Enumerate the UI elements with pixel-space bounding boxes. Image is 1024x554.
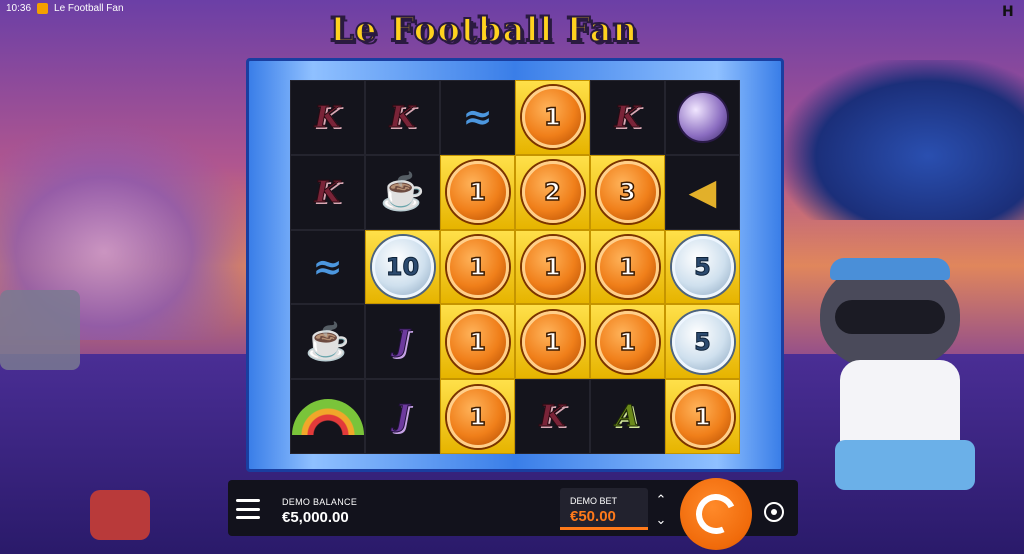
coin-symbol: 2 [521,161,584,224]
letter-symbol: J [395,324,410,360]
reel-cell: 3 [590,154,665,230]
provider-logo-icon: H [1002,4,1014,20]
letter-symbol: K [314,174,341,210]
coin-symbol: 1 [446,310,509,373]
beer-icon: ☕ [380,171,425,214]
coin-symbol: 1 [446,385,509,448]
reel-cell: 5 [665,304,740,380]
reel-cell: J [365,379,440,454]
reel-cell: J [365,304,440,380]
coin-symbol: 1 [446,161,509,224]
reel-cell: 1 [440,304,515,380]
reel-cell: 1 [515,229,590,305]
coin-symbol: 1 [596,310,659,373]
trees-background [784,60,1024,220]
beer-icon: ☕ [305,320,350,363]
letter-symbol: J [395,399,410,435]
coin-symbol: 3 [596,161,659,224]
coin-symbol: 1 [671,385,734,448]
menu-button[interactable] [236,499,260,519]
reel-cell: ≈ [290,229,365,305]
raccoon-mascot [800,240,1020,520]
reel-cell: 10 [365,229,440,305]
bet-value: €50.00 [570,508,616,525]
letter-symbol: K [314,99,341,135]
reel-cell: K [515,379,590,454]
reel-cell: 1 [665,379,740,454]
scarf-icon: ≈ [462,96,493,139]
letter-symbol: K [539,399,566,435]
bet-decrease-chevron-down-icon[interactable]: ⌄ [654,512,668,528]
reel-cell: 1 [440,229,515,305]
bet-increase-chevron-up-icon[interactable]: ⌃ [654,492,668,508]
spin-icon [690,488,742,540]
reel-cell: ☕ [365,154,440,230]
trash-bin-decoration [0,290,80,370]
status-page-title: Le Football Fan [54,3,124,14]
letter-symbol: K [614,99,641,135]
coin-symbol: 1 [596,235,659,298]
reel-cell: 1 [515,304,590,380]
coin-symbol: 5 [671,235,734,298]
rainbow-icon [291,398,364,435]
reel-grid: K K ≈1 K K ☕ 1 2 3 ◀ ≈10 1 1 1 5 ☕ J 1 1 1 5 J 1 K A 1 [290,80,740,454]
autoplay-button[interactable] [764,502,784,522]
app-favicon-icon [37,3,49,14]
reel-cell: 1 [440,379,515,454]
balance-value: €5,000.00 [282,509,349,526]
scarf-icon: ≈ [312,245,343,288]
soda-can-decoration [90,490,150,540]
coin-symbol: 5 [671,310,734,373]
reel-cell [665,80,740,155]
reel-cell: ☕ [290,304,365,380]
reel-cell [290,379,365,454]
reel-cell: 1 [440,154,515,230]
letter-symbol: K [389,99,416,135]
reel-cell: ≈ [440,80,515,155]
horn-icon: ◀ [688,171,717,214]
reel-cell: 1 [590,304,665,380]
reel-cell: 2 [515,154,590,230]
reel-cell: K [590,80,665,155]
bet-label: DEMO BET [570,496,618,506]
menu-bar-icon [236,516,260,519]
menu-bar-icon [236,507,260,511]
reel-cell: K [365,80,440,155]
game-title: Le Football Fan [329,9,639,51]
reel-cell: 1 [515,80,590,155]
ball-icon [676,91,729,144]
coin-symbol: 1 [521,86,584,149]
status-bar: 10:36 Le Football Fan [6,3,124,14]
coin-symbol: 1 [521,310,584,373]
letter-symbol: A [615,399,640,435]
coin-symbol: 1 [446,235,509,298]
reel-cell: 1 [590,229,665,305]
reel-cell: ◀ [665,154,740,230]
status-time: 10:36 [6,3,32,14]
menu-bar-icon [236,499,260,502]
bet-underline [560,527,648,530]
reel-cell: K [290,80,365,155]
reel-cell: 5 [665,229,740,305]
reel-cell: K [290,154,365,230]
reel-cell: A [590,379,665,454]
coin-symbol: 10 [371,235,434,298]
balance-label: DEMO BALANCE [282,497,358,507]
coin-symbol: 1 [521,235,584,298]
spin-button[interactable] [680,478,752,550]
